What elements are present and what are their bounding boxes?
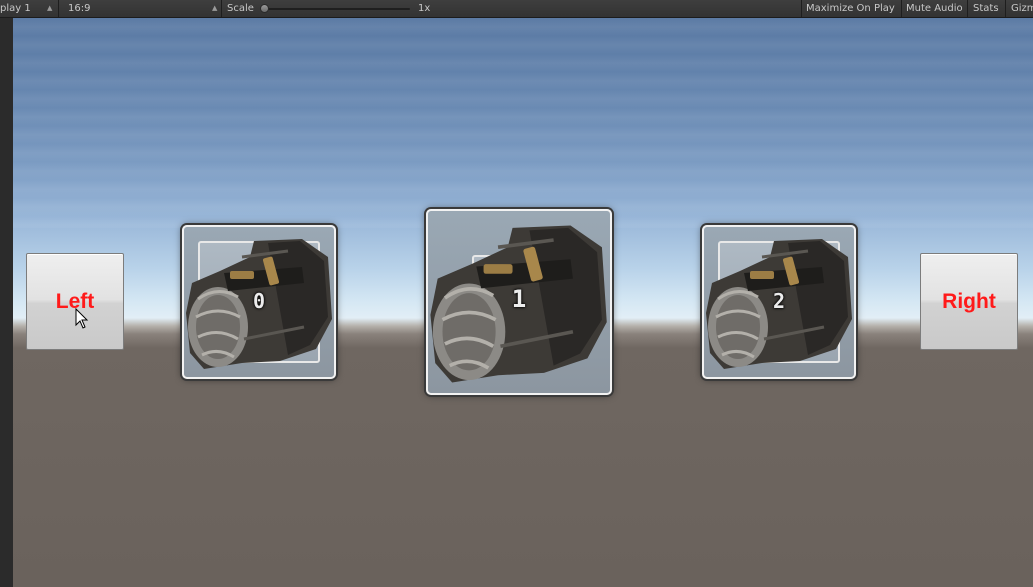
mouse-pointer-icon (75, 308, 89, 329)
scale-value: 1x (418, 3, 431, 14)
mute-audio-toggle[interactable]: Mute Audio (906, 0, 963, 17)
game-viewport: Left Right 0 1 2 (13, 18, 1033, 587)
toolbar-divider (1005, 0, 1006, 17)
aspect-dropdown-arrows-icon: ▲ (212, 4, 218, 12)
scale-slider-thumb[interactable] (260, 4, 269, 13)
aspect-dropdown[interactable]: 16:9 (68, 0, 90, 17)
slot-number: 0 (252, 289, 266, 313)
left-button[interactable]: Left (26, 253, 124, 350)
gizmos-dropdown[interactable]: Gizm (1011, 0, 1033, 17)
display-dropdown[interactable]: play 1 (0, 0, 31, 17)
slot-number: 2 (772, 289, 786, 313)
scale-slider-track[interactable] (262, 8, 410, 10)
scale-label: Scale (227, 3, 254, 14)
toolbar-divider (221, 0, 222, 17)
maximize-on-play-toggle[interactable]: Maximize On Play (806, 0, 895, 17)
right-button[interactable]: Right (920, 253, 1018, 350)
toolbar-divider (901, 0, 902, 17)
game-view-toolbar: play 1 ▲︎ 16:9 ▲ Scale 1x Maximize On Pl… (0, 0, 1033, 18)
item-slot-2[interactable]: 2 (702, 225, 856, 379)
slot-number: 1 (511, 285, 527, 313)
toolbar-divider (801, 0, 802, 17)
skybox-clouds (13, 18, 1033, 228)
toolbar-divider (58, 0, 59, 17)
item-slot-0[interactable]: 0 (182, 225, 336, 379)
stats-toggle[interactable]: Stats (973, 0, 999, 17)
display-dropdown-arrows-icon: ▲︎ (47, 4, 53, 12)
toolbar-divider (967, 0, 968, 17)
item-slot-1[interactable]: 1 (426, 209, 612, 395)
